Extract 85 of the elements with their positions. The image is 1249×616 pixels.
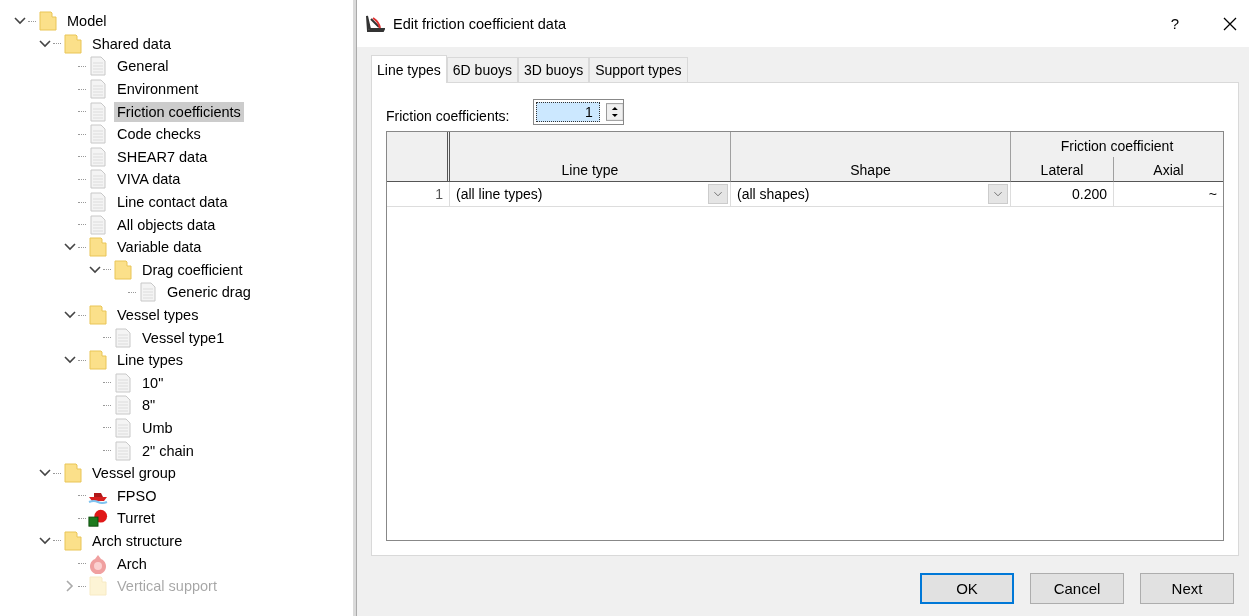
chevron-down-icon[interactable] bbox=[64, 311, 76, 319]
dialog-button[interactable]: Cancel bbox=[1030, 573, 1124, 604]
folder-icon bbox=[64, 530, 82, 551]
tree-item[interactable]: 2" chain bbox=[139, 440, 197, 461]
column-header: Axial bbox=[1114, 157, 1223, 182]
chevron-down-icon[interactable] bbox=[39, 469, 51, 478]
folder-icon bbox=[64, 33, 82, 54]
tree-item[interactable]: Line contact data bbox=[114, 192, 231, 213]
chevron-down-icon[interactable] bbox=[64, 356, 76, 365]
corner-header bbox=[387, 132, 450, 182]
table-cell: ~ bbox=[1114, 182, 1223, 207]
column-header: Shape bbox=[731, 132, 1011, 182]
document-icon bbox=[90, 146, 106, 167]
folder-icon bbox=[89, 350, 107, 371]
folder-icon bbox=[89, 237, 107, 258]
folder-icon bbox=[89, 305, 107, 325]
tree-item[interactable]: Shared data bbox=[89, 33, 174, 54]
cell-text: (all line types) bbox=[456, 186, 543, 202]
tree-item[interactable]: General bbox=[114, 56, 172, 77]
tree-item[interactable]: SHEAR7 data bbox=[114, 146, 211, 167]
tree-item[interactable]: Generic drag bbox=[164, 282, 254, 303]
column-group-header: Friction coefficient bbox=[1011, 132, 1223, 157]
document-icon bbox=[140, 282, 156, 303]
tree-item[interactable]: Environment bbox=[114, 79, 202, 100]
tree-item[interactable]: All objects data bbox=[114, 214, 219, 235]
tree-item[interactable]: Umb bbox=[139, 418, 176, 438]
spin-arrows-icon[interactable] bbox=[605, 103, 624, 121]
field-label: Friction coefficients: bbox=[386, 108, 510, 124]
tree-item[interactable]: Line types bbox=[114, 350, 187, 371]
tree-item[interactable]: Model bbox=[64, 11, 110, 32]
number-spinner[interactable]: 1 bbox=[533, 99, 625, 125]
ball-and-cube-icon bbox=[88, 508, 108, 529]
tab[interactable]: 6D buoys bbox=[446, 57, 518, 82]
help-button[interactable]: ? bbox=[1170, 15, 1179, 32]
tab[interactable]: Line types bbox=[371, 55, 447, 83]
tree-item[interactable]: Turret bbox=[114, 508, 159, 529]
tree-item[interactable]: 8" bbox=[139, 395, 159, 416]
cell-text: (all shapes) bbox=[737, 186, 810, 202]
tree-item[interactable]: Vessel type1 bbox=[139, 327, 228, 348]
tree-item[interactable]: VIVA data bbox=[114, 169, 184, 190]
dropdown-cell[interactable]: (all shapes) bbox=[731, 182, 1011, 207]
tab[interactable]: 3D buoys bbox=[518, 57, 590, 82]
chevron-down-icon[interactable] bbox=[39, 39, 51, 48]
app-logo-icon bbox=[365, 14, 385, 33]
tree-item[interactable]: Code checks bbox=[114, 124, 204, 145]
tree-item[interactable]: Arch bbox=[114, 553, 150, 574]
column-header: Line type bbox=[450, 132, 731, 182]
tree-item[interactable]: Drag coefficient bbox=[139, 259, 246, 280]
document-icon bbox=[90, 56, 106, 77]
dialog-button[interactable]: OK bbox=[920, 573, 1014, 604]
close-icon[interactable] bbox=[1223, 16, 1237, 31]
chevron-down-icon[interactable] bbox=[89, 265, 101, 274]
chevron-down-icon[interactable] bbox=[64, 243, 76, 252]
tree-item[interactable]: FPSO bbox=[114, 485, 160, 506]
tree-item[interactable]: Arch structure bbox=[89, 530, 186, 551]
document-icon bbox=[90, 214, 106, 235]
document-icon bbox=[90, 192, 106, 213]
chevron-down-icon[interactable] bbox=[39, 536, 51, 545]
folder-icon bbox=[64, 463, 82, 484]
window-title: Edit friction coefficient data bbox=[393, 15, 568, 32]
folder-icon bbox=[39, 11, 57, 32]
tree-item[interactable]: Friction coefficients bbox=[114, 101, 244, 122]
row-number: 1 bbox=[387, 182, 450, 207]
document-icon bbox=[90, 169, 106, 190]
document-icon bbox=[115, 372, 131, 393]
table-cell: 0.200 bbox=[1011, 182, 1114, 207]
column-header: Lateral bbox=[1011, 157, 1114, 182]
document-icon bbox=[115, 395, 131, 416]
tag-icon bbox=[89, 553, 107, 574]
tree-item[interactable]: 10" bbox=[139, 372, 167, 393]
document-icon bbox=[90, 79, 106, 100]
tab[interactable]: Support types bbox=[589, 57, 688, 82]
tree-item[interactable]: Variable data bbox=[114, 237, 205, 258]
document-icon bbox=[115, 418, 131, 438]
dialog-button[interactable]: Next bbox=[1140, 573, 1234, 604]
document-icon bbox=[115, 440, 131, 461]
folder-icon bbox=[89, 576, 107, 597]
tree-item[interactable]: Vessel types bbox=[114, 305, 202, 325]
document-icon bbox=[90, 124, 106, 145]
document-icon bbox=[115, 327, 131, 348]
document-icon bbox=[90, 101, 106, 122]
tree-item[interactable]: Vessel group bbox=[89, 463, 179, 484]
dropdown-cell[interactable]: (all line types) bbox=[450, 182, 731, 207]
folder-icon bbox=[114, 259, 132, 280]
chevron-down-icon[interactable] bbox=[14, 17, 26, 26]
